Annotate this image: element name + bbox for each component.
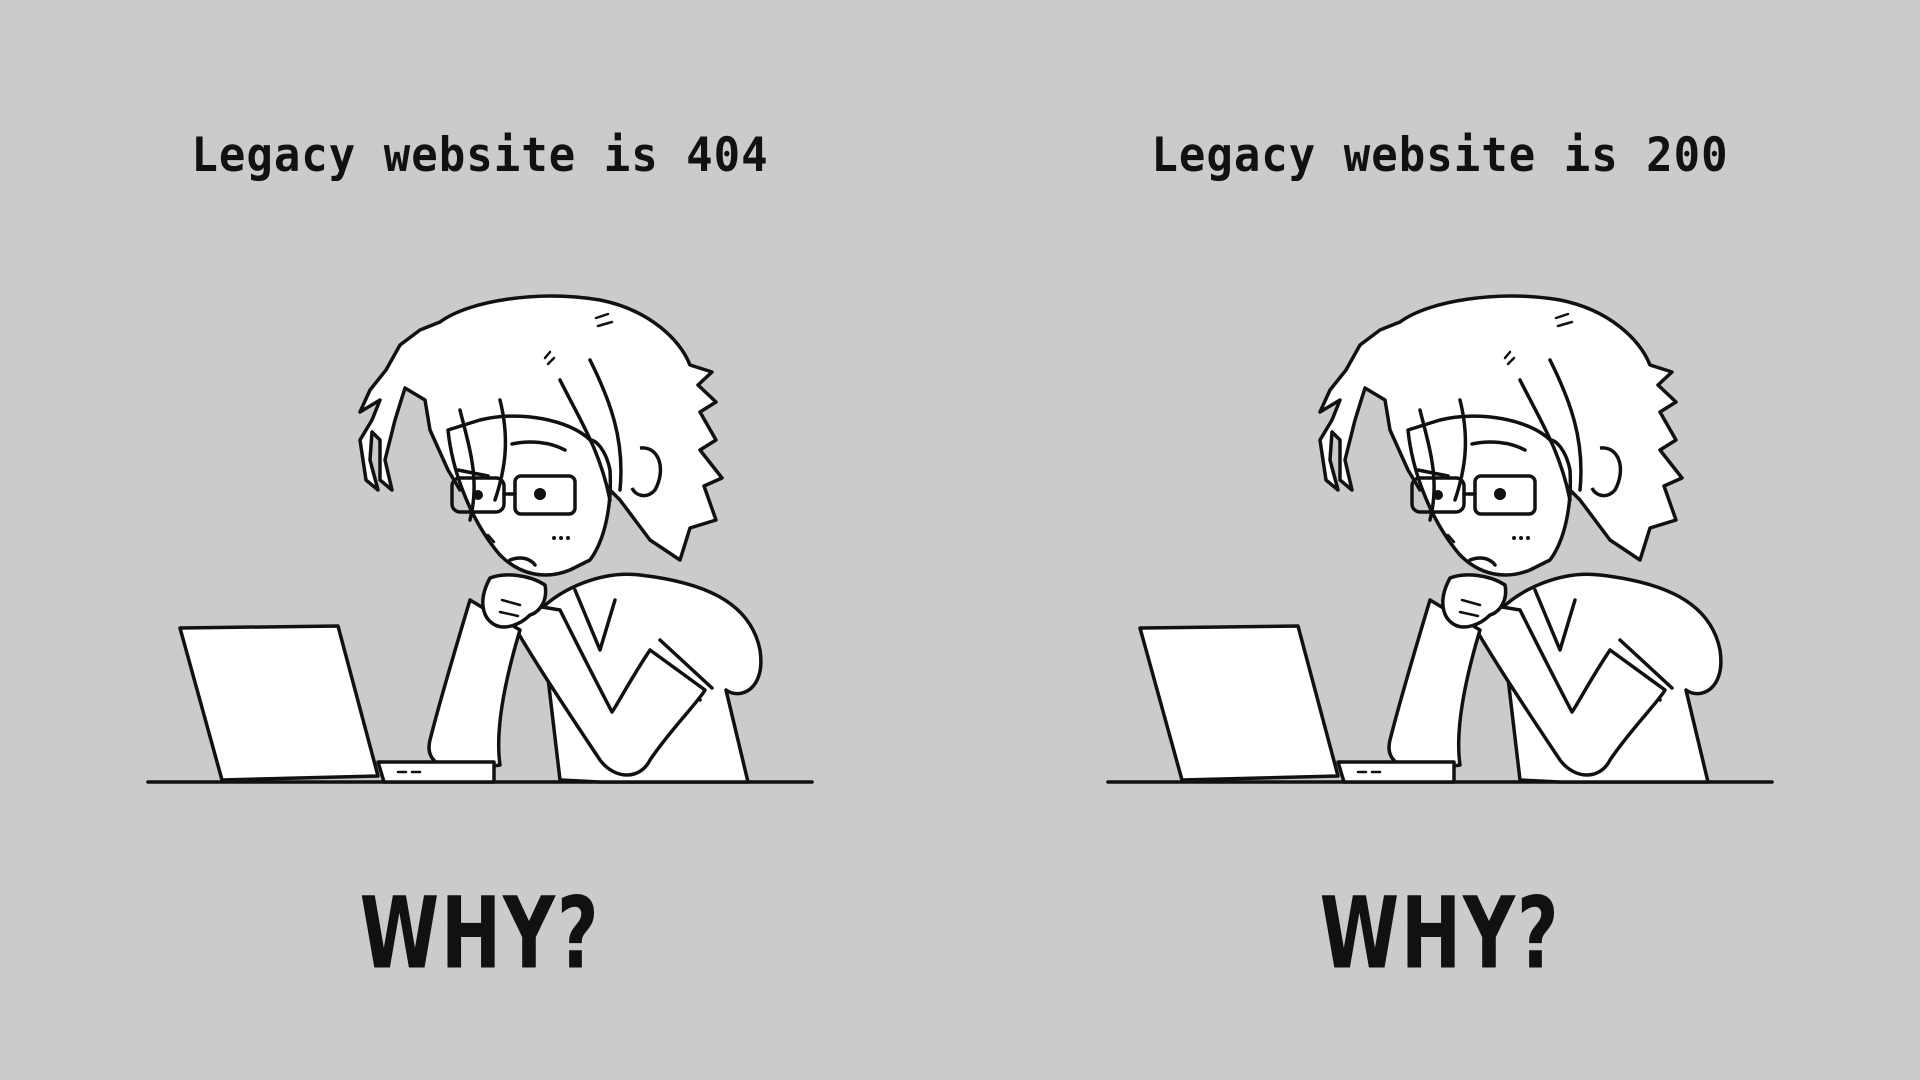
- why-question: WHY?: [1319, 875, 1561, 992]
- eye-right: [534, 488, 546, 500]
- panel-right: Legacy website is 200 WHY?: [960, 0, 1920, 1080]
- why-question: WHY?: [359, 875, 601, 992]
- eye-left: [1433, 490, 1443, 500]
- panel-left: Legacy website is 404 WHY?: [0, 0, 960, 1080]
- laptop-screen: [1138, 624, 1340, 782]
- laptop-base: [1336, 760, 1456, 784]
- laptop-screen: [178, 624, 380, 782]
- laptop-base: [376, 760, 496, 784]
- eye-left: [473, 490, 483, 500]
- eye-right: [1494, 488, 1506, 500]
